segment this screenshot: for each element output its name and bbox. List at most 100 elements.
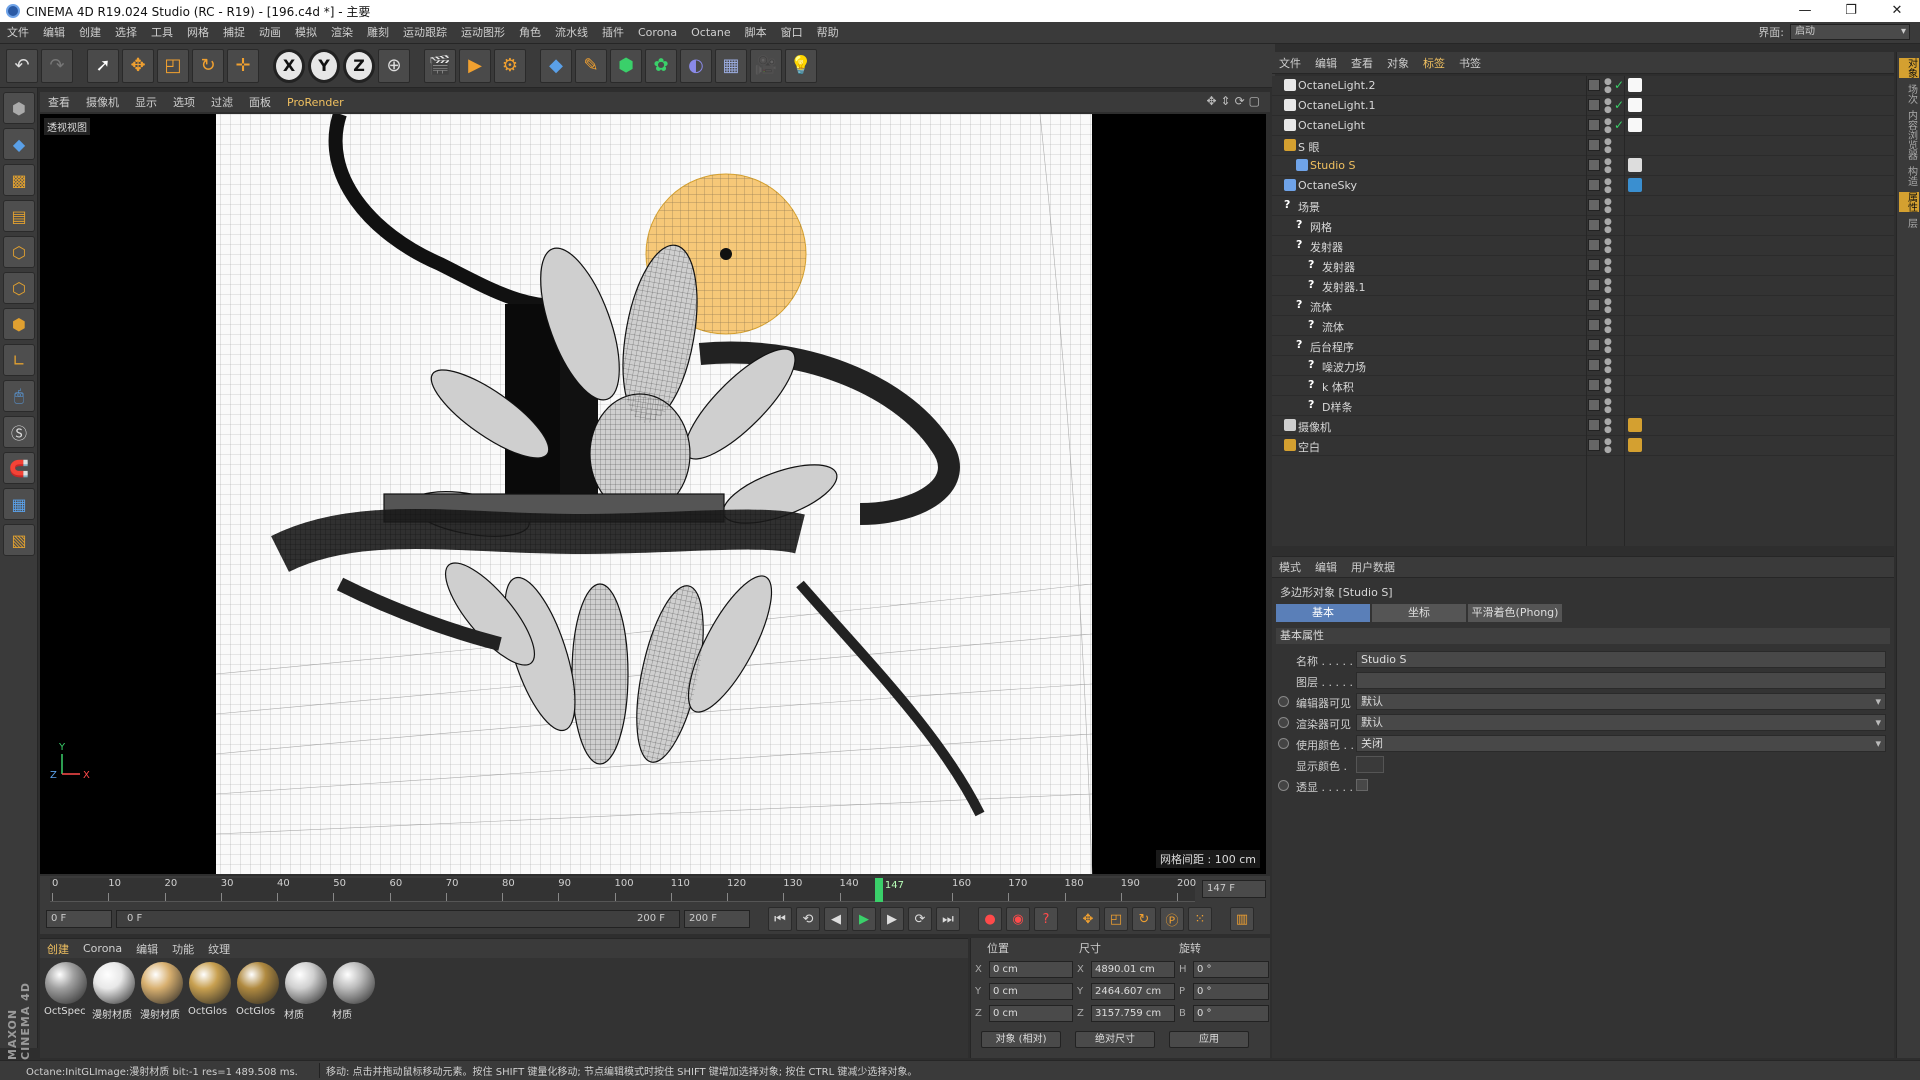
previous-frame-icon[interactable]: ◀ xyxy=(824,907,848,931)
solo-mode-icon[interactable]: Ⓢ xyxy=(3,416,35,448)
layer-toggle-icon[interactable] xyxy=(1588,159,1600,171)
object-row[interactable]: OctaneLight.1 ● ● ✓ xyxy=(1272,96,1894,116)
polygons-mode-icon[interactable]: ⬢ xyxy=(3,308,35,340)
menu-item[interactable]: 网格 xyxy=(180,22,216,44)
attribute-tab[interactable]: 坐标 xyxy=(1372,604,1466,622)
object-row[interactable]: ? 流体 ● ● xyxy=(1272,316,1894,336)
object-manager-menu-item[interactable]: 文件 xyxy=(1272,55,1308,71)
material-swatch[interactable]: 材质 xyxy=(332,962,376,1054)
play-icon[interactable]: ▶ xyxy=(852,907,876,931)
keyframe-selection-icon[interactable]: ? xyxy=(1034,907,1058,931)
menu-item[interactable]: 帮助 xyxy=(810,22,846,44)
visibility-dots-icon[interactable]: ● ● xyxy=(1604,78,1612,95)
position-field[interactable]: 0 cm xyxy=(989,982,1073,1000)
object-tag-icon[interactable] xyxy=(1628,438,1642,452)
material-swatch[interactable]: 漫射材质 xyxy=(92,962,136,1054)
make-editable-icon[interactable]: ⬢ xyxy=(3,92,35,124)
enabled-check-icon[interactable]: ✓ xyxy=(1614,98,1624,112)
menu-item[interactable]: 雕刻 xyxy=(360,22,396,44)
material-swatch[interactable]: OctGlos xyxy=(236,962,280,1054)
viewport-menu-item[interactable]: 面板 xyxy=(241,94,279,110)
object-row[interactable]: S 眼 ● ● xyxy=(1272,136,1894,156)
object-row[interactable]: ? k 体积 ● ● xyxy=(1272,376,1894,396)
layer-toggle-icon[interactable] xyxy=(1588,439,1600,451)
size-field[interactable]: 3157.759 cm xyxy=(1091,1004,1175,1022)
object-row[interactable]: Studio S ● ● xyxy=(1272,156,1894,176)
layer-toggle-icon[interactable] xyxy=(1588,79,1600,91)
next-frame-icon[interactable]: ▶ xyxy=(880,907,904,931)
menu-item[interactable]: 窗口 xyxy=(774,22,810,44)
menu-item[interactable]: 模拟 xyxy=(288,22,324,44)
animate-radio-icon[interactable] xyxy=(1278,717,1289,728)
attribute-text-field[interactable]: Studio S xyxy=(1356,651,1886,668)
enabled-check-icon[interactable]: ✓ xyxy=(1614,118,1624,132)
attribute-tab[interactable]: 平滑着色(Phong) xyxy=(1468,604,1562,622)
texture-mode-icon[interactable]: ▩ xyxy=(3,164,35,196)
cloner-icon[interactable]: ✿ xyxy=(645,48,677,83)
z-axis-lock-icon[interactable]: Z xyxy=(343,48,375,83)
layer-toggle-icon[interactable] xyxy=(1588,379,1600,391)
visibility-dots-icon[interactable]: ● ● xyxy=(1604,138,1612,155)
object-row[interactable]: ? 发射器.1 ● ● xyxy=(1272,276,1894,296)
layer-toggle-icon[interactable] xyxy=(1588,179,1600,191)
side-tab[interactable]: 构造 xyxy=(1899,166,1919,186)
visibility-dots-icon[interactable]: ● ● xyxy=(1604,338,1612,355)
visibility-dots-icon[interactable]: ● ● xyxy=(1604,218,1612,235)
object-row[interactable]: ? 后台程序 ● ● xyxy=(1272,336,1894,356)
maximize-button[interactable]: ❐ xyxy=(1828,0,1874,22)
previous-key-icon[interactable]: ⟲ xyxy=(796,907,820,931)
animate-radio-icon[interactable] xyxy=(1278,738,1289,749)
move-tool-icon[interactable]: ✥ xyxy=(122,48,154,83)
visibility-dots-icon[interactable]: ● ● xyxy=(1604,118,1612,135)
menu-item[interactable]: 脚本 xyxy=(738,22,774,44)
menu-item[interactable]: 捕捉 xyxy=(216,22,252,44)
layer-toggle-icon[interactable] xyxy=(1588,99,1600,111)
layer-toggle-icon[interactable] xyxy=(1588,219,1600,231)
size-mode-dropdown[interactable]: 绝对尺寸 xyxy=(1075,1030,1155,1048)
layer-toggle-icon[interactable] xyxy=(1588,259,1600,271)
size-field[interactable]: 2464.607 cm xyxy=(1091,982,1175,1000)
current-frame-marker[interactable] xyxy=(874,878,883,902)
object-row[interactable]: 空白 ● ● xyxy=(1272,436,1894,456)
object-row[interactable]: ? 噪波力场 ● ● xyxy=(1272,356,1894,376)
visibility-dots-icon[interactable]: ● ● xyxy=(1604,158,1612,175)
rotate-tool-icon[interactable]: ↻ xyxy=(192,48,224,83)
layer-toggle-icon[interactable] xyxy=(1588,339,1600,351)
layer-toggle-icon[interactable] xyxy=(1588,239,1600,251)
position-field[interactable]: 0 cm xyxy=(989,1004,1073,1022)
viewport-menu-item[interactable]: ProRender xyxy=(279,96,352,109)
material-menu-item[interactable]: 编辑 xyxy=(129,941,165,957)
scale-key-icon[interactable]: ◰ xyxy=(1104,907,1128,931)
light-icon[interactable]: 💡 xyxy=(785,48,817,83)
parameter-key-icon[interactable]: Ⓟ xyxy=(1160,907,1184,931)
axis-mode-icon[interactable]: ∟ xyxy=(3,344,35,376)
object-tag-icon[interactable] xyxy=(1628,118,1642,132)
material-swatch[interactable]: OctSpec xyxy=(44,962,88,1054)
material-menu-item[interactable]: 功能 xyxy=(165,941,201,957)
layer-toggle-icon[interactable] xyxy=(1588,319,1600,331)
visibility-dots-icon[interactable]: ● ● xyxy=(1604,198,1612,215)
visibility-dots-icon[interactable]: ● ● xyxy=(1604,278,1612,295)
layer-toggle-icon[interactable] xyxy=(1588,299,1600,311)
viewport-menu-item[interactable]: 选项 xyxy=(165,94,203,110)
render-picture-viewer-icon[interactable]: ▶ xyxy=(459,48,491,83)
minimize-button[interactable]: — xyxy=(1782,0,1828,22)
workplane-icon[interactable]: ▤ xyxy=(3,200,35,232)
viewport-menu-item[interactable]: 过滤 xyxy=(203,94,241,110)
floor-icon[interactable]: ▦ xyxy=(715,48,747,83)
layer-toggle-icon[interactable] xyxy=(1588,199,1600,211)
attribute-menu-item[interactable]: 模式 xyxy=(1272,559,1308,575)
menu-item[interactable]: 编辑 xyxy=(36,22,72,44)
menu-item[interactable]: Corona xyxy=(631,22,684,44)
subdivision-icon[interactable]: ⬢ xyxy=(610,48,642,83)
visibility-dots-icon[interactable]: ● ● xyxy=(1604,378,1612,395)
attribute-dropdown[interactable]: 关闭 xyxy=(1356,735,1886,752)
transform-icon[interactable]: ✛ xyxy=(227,48,259,83)
scale-tool-icon[interactable]: ◰ xyxy=(157,48,189,83)
menu-item[interactable]: 流水线 xyxy=(548,22,595,44)
timeline[interactable]: 0 10 20 30 40 50 60 70 80 90 100 110 120 130 140 160 170… xyxy=(40,876,1270,904)
menu-item[interactable]: 运动跟踪 xyxy=(396,22,454,44)
viewport-menu-item[interactable]: 摄像机 xyxy=(78,94,127,110)
object-row[interactable]: ? 发射器 ● ● xyxy=(1272,236,1894,256)
position-key-icon[interactable]: ✥ xyxy=(1076,907,1100,931)
